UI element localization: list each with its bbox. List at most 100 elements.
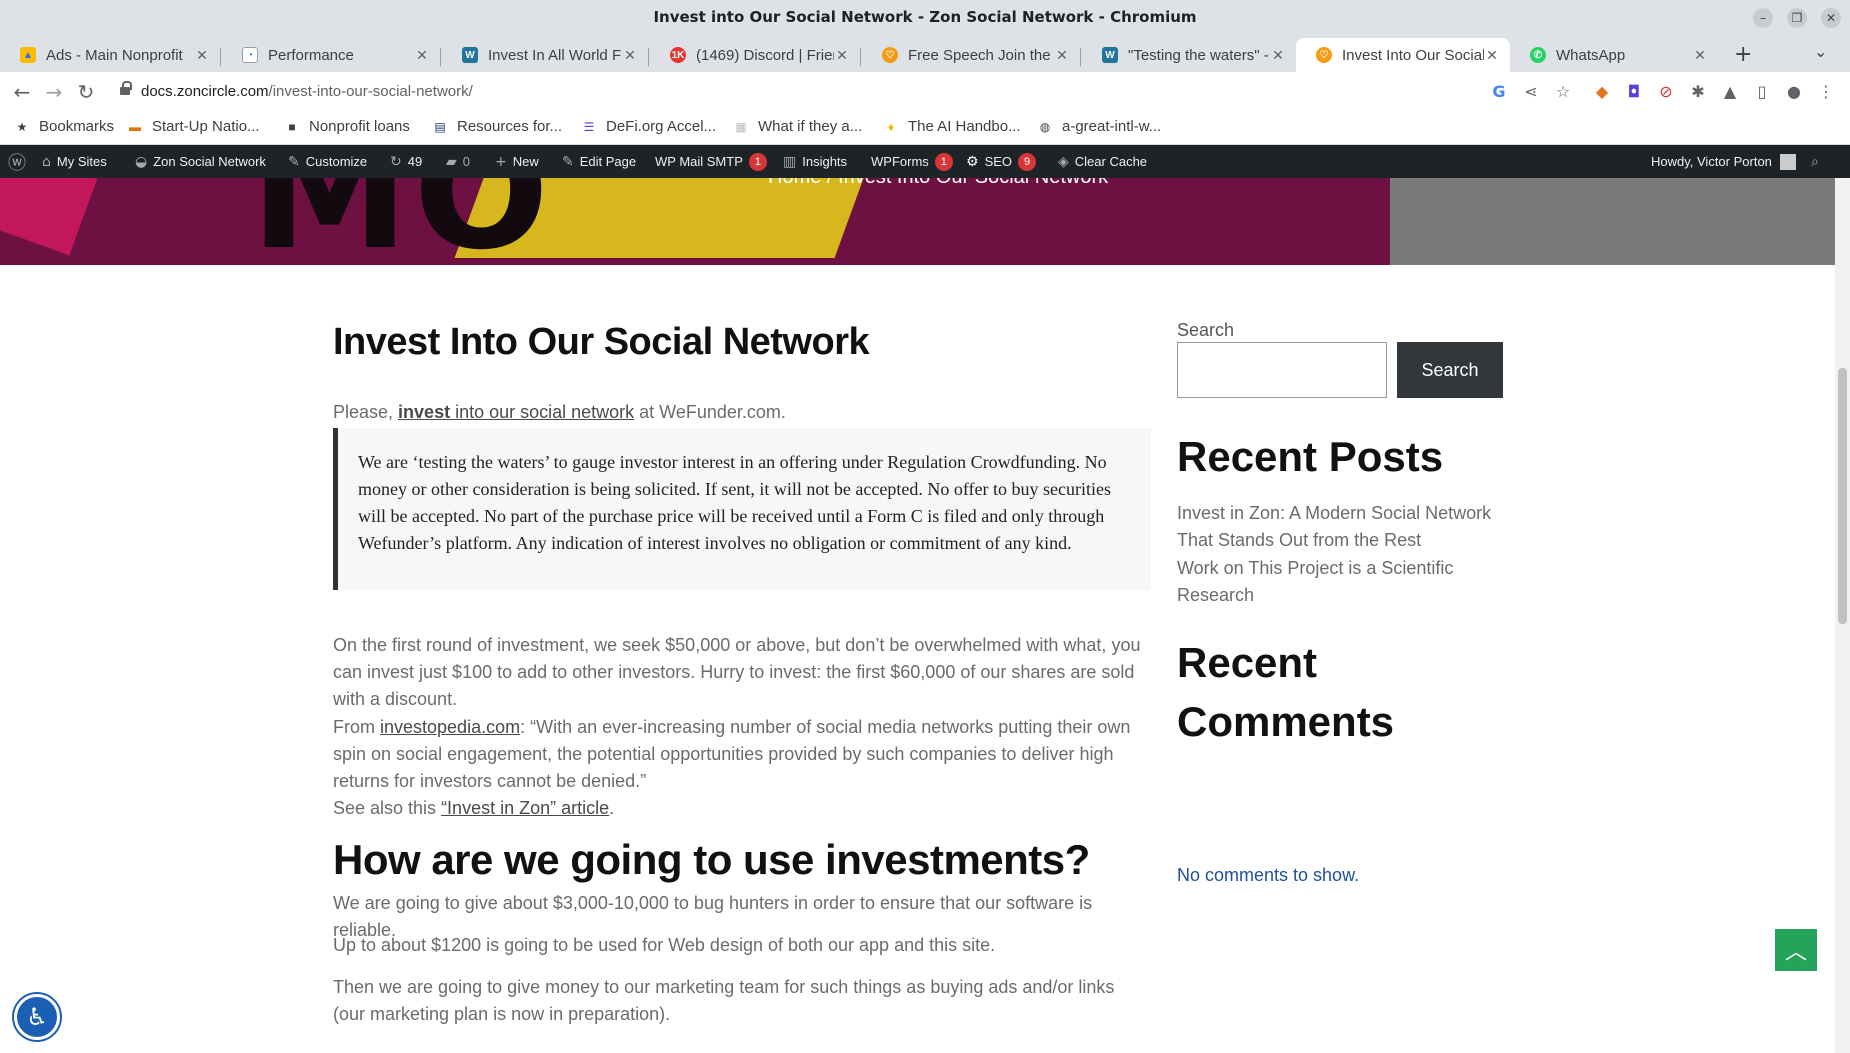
- bookmark-intl[interactable]: ◍ a-great-intl-w...: [1037, 118, 1161, 135]
- close-tab-icon[interactable]: ✕: [1054, 47, 1070, 64]
- tab-invest-world[interactable]: W Invest In All World Fil ✕: [442, 38, 648, 72]
- url-path: /invest-into-our-social-network/: [268, 83, 473, 100]
- url-text[interactable]: docs.zoncircle.com/invest-into-our-socia…: [141, 83, 473, 100]
- admin-label: WP Mail SMTP: [655, 154, 743, 169]
- admin-label: Edit Page: [579, 154, 637, 169]
- menu-kebab-icon[interactable]: ⋮: [1815, 81, 1837, 103]
- tab-free-speech[interactable]: ♡ Free Speech Join the \ ✕: [862, 38, 1080, 72]
- invest-in-zon-link[interactable]: “Invest in Zon” article: [441, 798, 609, 818]
- page-title: Invest Into Our Social Network: [333, 321, 870, 363]
- bookmark-label: DeFi.org Accel...: [606, 118, 717, 135]
- admin-wpforms[interactable]: WPForms 1: [871, 145, 953, 178]
- labs-flask-icon[interactable]: ▲: [1719, 81, 1741, 103]
- bookmark-nonprofit-loans[interactable]: ■ Nonprofit loans: [284, 118, 410, 135]
- updates-count: 49: [407, 154, 423, 169]
- close-window-icon[interactable]: ✕: [1821, 8, 1841, 28]
- google-lens-icon[interactable]: G: [1488, 81, 1510, 103]
- section-heading: How are we going to use investments?: [333, 836, 1090, 883]
- side-panel-icon[interactable]: ▯: [1751, 81, 1773, 103]
- reload-icon[interactable]: ↻: [72, 78, 100, 106]
- admin-clear-cache[interactable]: ◈ Clear Cache: [1058, 145, 1147, 178]
- close-tab-icon[interactable]: ✕: [622, 47, 638, 64]
- google-ads-icon: ▲: [20, 47, 36, 63]
- close-tab-icon[interactable]: ✕: [194, 47, 210, 64]
- close-tab-icon[interactable]: ✕: [1692, 47, 1708, 64]
- admin-customize[interactable]: ✎ Customize: [288, 145, 367, 178]
- paragraph-marketing: Then we are going to give money to our m…: [333, 977, 1115, 1024]
- no-comments-text: No comments to show.: [1177, 865, 1360, 885]
- bookmark-resources[interactable]: ▤ Resources for...: [432, 118, 562, 135]
- wordpress-logo-icon[interactable]: ⓦ: [8, 145, 26, 178]
- close-tab-icon[interactable]: ✕: [1270, 47, 1286, 64]
- admin-new[interactable]: + New: [495, 145, 539, 178]
- admin-label: Howdy, Victor Porton: [1651, 154, 1772, 169]
- admin-comments[interactable]: ▰ 0: [446, 145, 470, 178]
- close-tab-icon[interactable]: ✕: [414, 47, 430, 64]
- hero-big-text: MO: [250, 178, 553, 265]
- tab-discord[interactable]: 1K (1469) Discord | Frien ✕: [650, 38, 860, 72]
- admin-insights[interactable]: ▥ Insights: [783, 145, 847, 178]
- startup-icon: ▬: [129, 119, 141, 134]
- tab-ads[interactable]: ▲ Ads - Main Nonprofit ✕: [0, 38, 220, 72]
- scrollbar-thumb[interactable]: [1838, 368, 1847, 624]
- bookmark-what-if[interactable]: ▦ What if they a...: [733, 118, 862, 135]
- new-tab-icon[interactable]: +: [1734, 42, 1752, 67]
- restore-icon[interactable]: ❐: [1787, 8, 1807, 28]
- metamask-icon[interactable]: ◆: [1591, 81, 1613, 103]
- admin-wp-mail-smtp[interactable]: WP Mail SMTP 1: [655, 145, 767, 178]
- extension-block-icon[interactable]: ⊘: [1655, 81, 1677, 103]
- bookmark-startup-nation[interactable]: ▬ Start-Up Natio...: [127, 118, 260, 135]
- browser-toolbar: ← → ↻ docs.zoncircle.com/invest-into-our…: [0, 72, 1850, 112]
- bookmark-ai-handbook[interactable]: ♦ The AI Handbo...: [883, 118, 1021, 135]
- globe-icon: ◍: [1039, 119, 1051, 134]
- tab-label: Invest In All World Fil: [488, 46, 622, 64]
- wordpress-icon: W: [462, 47, 478, 63]
- admin-seo[interactable]: ⚙ SEO 9: [966, 145, 1037, 178]
- admin-updates[interactable]: ↻ 49: [390, 145, 422, 178]
- bookmark-star-icon[interactable]: ☆: [1552, 81, 1574, 103]
- tab-search-icon[interactable]: ⌄: [1814, 42, 1827, 61]
- breadcrumb[interactable]: Home / Invest Into Our Social Network: [768, 178, 1108, 189]
- extensions-icon[interactable]: ✱: [1687, 81, 1709, 103]
- forward-icon[interactable]: →: [40, 78, 68, 106]
- share-icon[interactable]: ⋖: [1520, 81, 1542, 103]
- accessibility-button[interactable]: ♿: [14, 994, 60, 1040]
- chevron-up-icon: ︿: [1784, 940, 1807, 965]
- minimize-icon[interactable]: –: [1753, 8, 1773, 28]
- bookmark-all[interactable]: ★ Bookmarks: [14, 118, 114, 135]
- admin-edit-page[interactable]: ✎ Edit Page: [562, 145, 636, 178]
- invest-link[interactable]: invest into our social network: [398, 402, 634, 422]
- close-tab-icon[interactable]: ✕: [834, 47, 850, 64]
- tab-label: (1469) Discord | Frien: [696, 46, 834, 64]
- page-scrollbar[interactable]: [1835, 178, 1850, 1053]
- address-bar[interactable]: docs.zoncircle.com/invest-into-our-socia…: [112, 76, 1517, 108]
- tab-whatsapp[interactable]: ✆ WhatsApp ✕: [1510, 38, 1718, 72]
- search-button[interactable]: Search: [1397, 342, 1503, 398]
- bookmark-defi[interactable]: ☰ DeFi.org Accel...: [581, 118, 716, 135]
- tab-performance[interactable]: ◔ Performance ✕: [222, 38, 440, 72]
- tab-testing-waters[interactable]: W "Testing the waters" - ✕: [1082, 38, 1296, 72]
- admin-site-name[interactable]: ◒ Zon Social Network: [135, 145, 266, 178]
- extension-shield-icon[interactable]: ◘: [1623, 81, 1645, 103]
- admin-search-icon[interactable]: ⌕: [1811, 145, 1819, 178]
- back-to-top-button[interactable]: ︿: [1775, 929, 1817, 971]
- bookmark-label: The AI Handbo...: [908, 118, 1021, 135]
- back-icon[interactable]: ←: [8, 78, 36, 106]
- admin-my-sites[interactable]: ⌂ My Sites: [42, 145, 107, 178]
- building-icon: ▤: [434, 119, 446, 134]
- bookmark-label: Resources for...: [457, 118, 563, 135]
- tab-invest-social-active[interactable]: ♡ Invest Into Our Social ✕: [1296, 38, 1510, 72]
- dashboard-icon: ◒: [135, 153, 148, 170]
- text: at WeFunder.com.: [634, 402, 786, 422]
- investopedia-link[interactable]: investopedia.com: [380, 717, 520, 737]
- search-input[interactable]: [1177, 342, 1387, 398]
- admin-howdy[interactable]: Howdy, Victor Porton: [1651, 145, 1796, 178]
- profile-avatar-icon[interactable]: ●: [1783, 81, 1805, 103]
- recent-post-link[interactable]: Invest in Zon: A Modern Social Network T…: [1177, 500, 1507, 554]
- recent-post-link[interactable]: Work on This Project is a Scientific Res…: [1177, 555, 1507, 609]
- comments-count: 0: [462, 154, 471, 169]
- bookmark-label: a-great-intl-w...: [1062, 118, 1162, 135]
- updates-icon: ↻: [390, 153, 402, 170]
- bar-chart-icon: ▥: [783, 153, 797, 170]
- close-tab-icon[interactable]: ✕: [1484, 47, 1500, 64]
